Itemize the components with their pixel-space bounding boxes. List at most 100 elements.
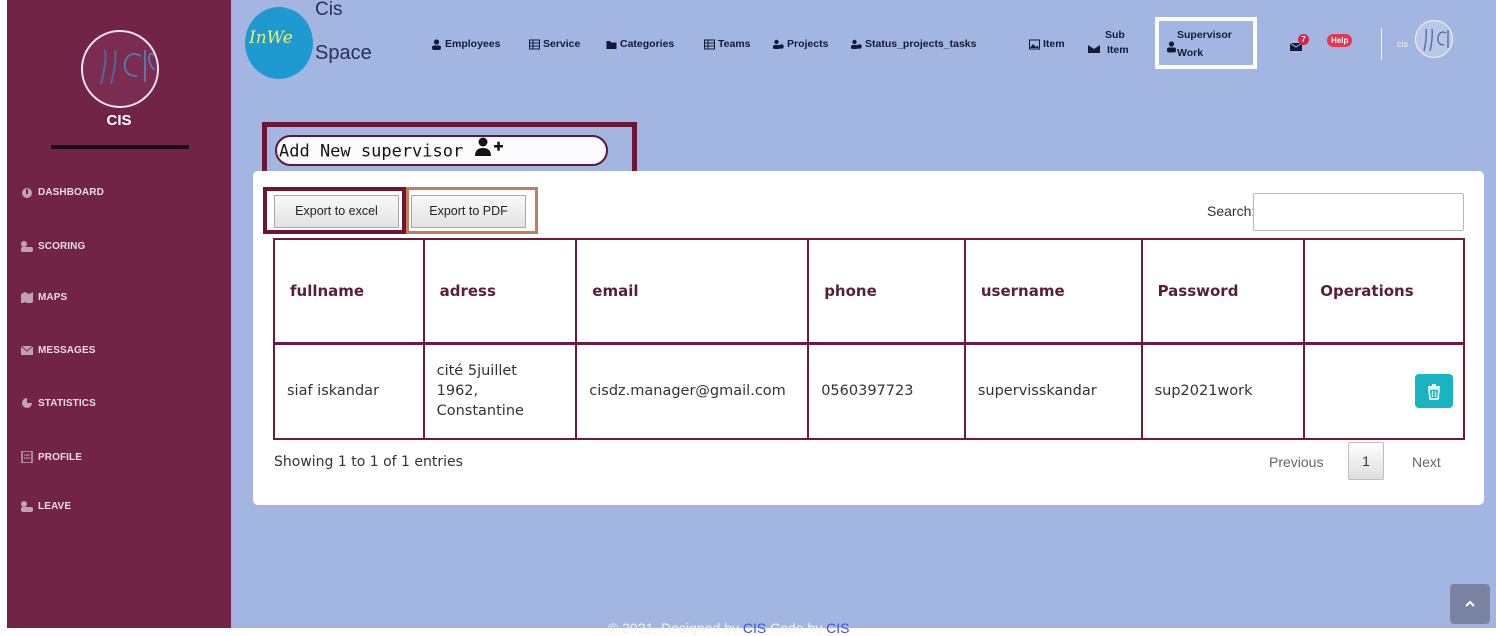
user-icon [431, 38, 442, 50]
nav-label: Teams [718, 38, 751, 50]
sidebar-item-dashboard[interactable]: DASHBOARD [20, 186, 104, 198]
user-plus-icon [475, 137, 505, 166]
column-header-phone[interactable]: phone [807, 238, 966, 345]
profile-icon [20, 450, 34, 464]
topbar-divider [1381, 28, 1382, 60]
sidebar-item-leave[interactable]: LEAVE [20, 500, 71, 512]
nav-label: Status_projects_tasks [865, 38, 977, 50]
cell-adress: cité 5juillet 1962, Constantine [422, 342, 578, 440]
column-header-password[interactable]: Password [1140, 238, 1306, 345]
footer: © 2021, Designed by CIS Code by CIS [608, 620, 849, 636]
map-icon [20, 291, 34, 304]
add-supervisor-label: Add New supervisor [279, 141, 464, 162]
sub-item-label-2: Item [1107, 44, 1129, 56]
brand-name-line2[interactable]: Space [315, 42, 372, 64]
pagination-page-1[interactable]: 1 [1348, 442, 1384, 480]
sidebar-item-label: PROFILE [38, 451, 83, 463]
users-cog-icon [851, 39, 862, 50]
sub-item-label-1: Sub [1105, 29, 1125, 41]
sidebar-item-label: STATISTICS [38, 397, 96, 409]
footer-link-designer[interactable]: CIS [743, 620, 766, 636]
help-button[interactable]: Help [1327, 34, 1353, 47]
chevron-up-icon [1465, 600, 1475, 607]
column-header-email[interactable]: email [575, 238, 810, 345]
pagination-next[interactable]: Next [1412, 454, 1441, 470]
brand-logo-text: InWe [249, 28, 293, 48]
users-cog-icon [773, 39, 784, 50]
sub-item-icon [1088, 39, 1102, 58]
cell-operations [1303, 342, 1465, 440]
sidebar-item-maps[interactable]: MAPS [20, 291, 68, 304]
column-header-adress[interactable]: adress [422, 238, 578, 345]
cell-password: sup2021work [1140, 342, 1306, 440]
nav-projects[interactable]: Projects [773, 38, 828, 50]
sidebar-item-label: LEAVE [38, 500, 72, 512]
column-header-operations: Operations [1303, 238, 1465, 345]
sidebar-item-label: DASHBOARD [38, 186, 104, 198]
cell-username: supervisskandar [963, 342, 1143, 440]
nav-status-projects-tasks[interactable]: Status_projects_tasks [851, 38, 976, 50]
footer-text: © 2021, Designed by [608, 620, 743, 636]
table-icon [529, 39, 540, 50]
nav-label: Projects [787, 38, 829, 50]
nav-teams[interactable]: Teams [704, 38, 751, 50]
supervisor-work-label-1: Supervisor [1177, 29, 1232, 41]
sidebar-item-profile[interactable]: PROFILE [20, 450, 83, 464]
adress-line: cité 5juillet [436, 363, 517, 380]
entries-info: Showing 1 to 1 of 1 entries [274, 454, 463, 470]
table-icon [704, 39, 715, 50]
sidebar-item-statistics[interactable]: STATISTICS [20, 397, 96, 409]
folder-icon [606, 39, 617, 50]
footer-text: Code by [766, 620, 827, 636]
add-supervisor-button[interactable]: Add New supervisor [275, 135, 608, 166]
sidebar-item-messages[interactable]: MESSAGES [20, 344, 95, 356]
image-icon [1029, 39, 1040, 50]
supervisor-work-label-2: Work [1177, 47, 1204, 59]
message-count-badge: 7 [1298, 34, 1309, 45]
sidebar-brand: CIS [106, 112, 132, 129]
envelope-icon [20, 344, 34, 356]
adress-line: Constantine [436, 403, 524, 420]
sidebar-divider [51, 145, 189, 149]
adress-line: 1962, [436, 383, 479, 400]
cell-fullname: siaf iskandar [273, 342, 425, 440]
sidebar-item-scoring[interactable]: SCORING [20, 240, 85, 252]
user-avatar[interactable] [1415, 20, 1453, 58]
nav-label: Service [543, 38, 581, 50]
statistics-icon [20, 397, 34, 409]
search-label: Search: [1207, 203, 1256, 219]
nav-categories[interactable]: Categories [606, 38, 674, 50]
user-name[interactable]: cis [1397, 39, 1408, 49]
cell-phone: 0560397723 [807, 342, 966, 440]
cis-logo [81, 30, 159, 108]
nav-label: Item [1043, 38, 1065, 50]
column-header-fullname[interactable]: fullname [273, 238, 425, 345]
export-excel-button[interactable]: Export to excel [274, 195, 399, 228]
search-input[interactable] [1253, 193, 1464, 231]
pagination-previous[interactable]: Previous [1269, 454, 1323, 470]
nav-employees[interactable]: Employees [431, 38, 500, 50]
column-header-username[interactable]: username [963, 238, 1143, 345]
nav-label: Employees [445, 38, 501, 50]
footer-link-coder[interactable]: CIS [826, 620, 849, 636]
table-row: siaf iskandar cité 5juillet 1962, Consta… [273, 342, 1465, 440]
dashboard-icon [20, 186, 34, 198]
user-icon [1166, 38, 1177, 57]
sidebar: CIS DASHBOARD SCORING MAPS MESSAGES STAT… [7, 0, 231, 628]
delete-button[interactable] [1415, 374, 1453, 409]
table-header-row: fullname adress email phone username Pas… [273, 238, 1465, 345]
cell-email: cisdz.manager@gmail.com [575, 342, 810, 440]
sidebar-item-label: MESSAGES [38, 344, 96, 356]
export-pdf-button[interactable]: Export to PDF [411, 195, 526, 228]
nav-item[interactable]: Item [1029, 38, 1065, 50]
scoring-icon [20, 240, 34, 252]
scroll-to-top-button[interactable] [1450, 584, 1490, 624]
trash-icon [1428, 383, 1440, 400]
nav-service[interactable]: Service [529, 38, 580, 50]
supervisors-table: fullname adress email phone username Pas… [273, 238, 1465, 440]
sidebar-item-label: MAPS [38, 291, 68, 303]
leave-icon [20, 500, 34, 512]
sidebar-item-label: SCORING [38, 240, 86, 252]
brand-name-line1[interactable]: Cis [315, 0, 342, 20]
nav-label: Categories [620, 38, 675, 50]
